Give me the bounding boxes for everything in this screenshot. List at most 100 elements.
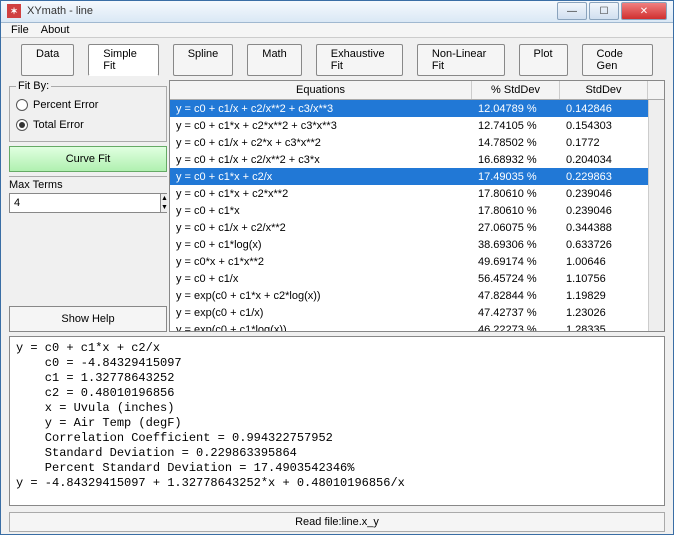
radio-percent-error[interactable]: Percent Error [16, 99, 160, 111]
cell-percent-stddev: 27.06075 % [472, 222, 560, 234]
fitby-group: Fit By: Percent Error Total Error [9, 86, 167, 142]
cell-stddev: 1.00646 [560, 256, 648, 268]
radio-total-error[interactable]: Total Error [16, 119, 160, 131]
table-row[interactable]: y = c0 + c1/x + c2/x**2 + c3*x16.68932 %… [170, 151, 648, 168]
cell-percent-stddev: 14.78502 % [472, 137, 560, 149]
app-icon: ✶ [7, 4, 21, 18]
cell-stddev: 0.239046 [560, 188, 648, 200]
radio-icon [16, 99, 28, 111]
main-row: Fit By: Percent Error Total Error Curve … [9, 80, 665, 332]
cell-equation: y = c0 + c1*log(x) [170, 239, 472, 251]
radio-icon [16, 119, 28, 131]
cell-percent-stddev: 46.22273 % [472, 324, 560, 332]
window-title: XYmath - line [27, 5, 557, 17]
cell-stddev: 0.142846 [560, 103, 648, 115]
close-button[interactable]: ✕ [621, 2, 667, 20]
table-row[interactable]: y = c0 + c1*x + c2/x17.49035 %0.229863 [170, 168, 648, 185]
cell-stddev: 0.344388 [560, 222, 648, 234]
cell-equation: y = c0 + c1*x + c2/x [170, 171, 472, 183]
cell-percent-stddev: 17.80610 % [472, 188, 560, 200]
cell-percent-stddev: 56.45724 % [472, 273, 560, 285]
tab-plot[interactable]: Plot [519, 44, 568, 76]
cell-percent-stddev: 16.68932 % [472, 154, 560, 166]
tab-math[interactable]: Math [247, 44, 301, 76]
cell-percent-stddev: 47.82844 % [472, 290, 560, 302]
cell-stddev: 0.633726 [560, 239, 648, 251]
cell-equation: y = c0 + c1/x + c2/x**2 + c3*x [170, 154, 472, 166]
menubar: File About [1, 23, 673, 38]
col-percent-stddev[interactable]: % StdDev [472, 81, 560, 99]
col-stddev[interactable]: StdDev [560, 81, 648, 99]
cell-percent-stddev: 17.80610 % [472, 205, 560, 217]
tab-simple-fit[interactable]: Simple Fit [88, 44, 158, 76]
radio-label: Total Error [33, 119, 84, 131]
statusbar: Read file:line.x_y [9, 512, 665, 532]
spin-up-icon[interactable]: ▲ [161, 194, 168, 203]
tab-strip: Data Simple Fit Spline Math Exhaustive F… [9, 44, 665, 76]
cell-equation: y = c0*x + c1*x**2 [170, 256, 472, 268]
cell-percent-stddev: 47.42737 % [472, 307, 560, 319]
cell-equation: y = c0 + c1*x [170, 205, 472, 217]
cell-equation: y = c0 + c1*x + c2*x**2 + c3*x**3 [170, 120, 472, 132]
table-row[interactable]: y = exp(c0 + c1*x + c2*log(x))47.82844 %… [170, 287, 648, 304]
cell-stddev: 0.204034 [560, 154, 648, 166]
content-area: Data Simple Fit Spline Math Exhaustive F… [1, 38, 673, 534]
fitby-title: Fit By: [16, 80, 51, 92]
table-row[interactable]: y = c0 + c1/x56.45724 %1.10756 [170, 270, 648, 287]
table-row[interactable]: y = c0 + c1*log(x)38.69306 %0.633726 [170, 236, 648, 253]
cell-equation: y = exp(c0 + c1*log(x)) [170, 324, 472, 332]
cell-equation: y = c0 + c1/x + c2/x**2 [170, 222, 472, 234]
maxterms-label: Max Terms [9, 176, 167, 191]
radio-label: Percent Error [33, 99, 98, 111]
cell-equation: y = exp(c0 + c1/x) [170, 307, 472, 319]
tab-data[interactable]: Data [21, 44, 74, 76]
col-equations[interactable]: Equations [170, 81, 472, 99]
spin-buttons: ▲ ▼ [160, 194, 168, 212]
titlebar[interactable]: ✶ XYmath - line — ☐ ✕ [1, 1, 673, 23]
spin-down-icon[interactable]: ▼ [161, 203, 168, 212]
maxterms-spinbox[interactable]: ▲ ▼ [9, 193, 167, 213]
cell-stddev: 0.1772 [560, 137, 648, 149]
table-row[interactable]: y = c0 + c1/x + c2*x + c3*x**214.78502 %… [170, 134, 648, 151]
cell-stddev: 1.10756 [560, 273, 648, 285]
table-row[interactable]: y = c0 + c1*x + c2*x**217.80610 %0.23904… [170, 185, 648, 202]
table-row[interactable]: y = c0 + c1*x + c2*x**2 + c3*x**312.7410… [170, 117, 648, 134]
cell-percent-stddev: 12.04789 % [472, 103, 560, 115]
left-panel: Fit By: Percent Error Total Error Curve … [9, 80, 167, 332]
show-help-button[interactable]: Show Help [9, 306, 167, 332]
curve-fit-button[interactable]: Curve Fit [9, 146, 167, 172]
cell-equation: y = c0 + c1/x [170, 273, 472, 285]
app-window: ✶ XYmath - line — ☐ ✕ File About Data Si… [0, 0, 674, 535]
table-header: Equations % StdDev StdDev [170, 81, 664, 100]
table-row[interactable]: y = c0 + c1*x17.80610 %0.239046 [170, 202, 648, 219]
tab-code-gen[interactable]: Code Gen [582, 44, 653, 76]
cell-stddev: 1.28335 [560, 324, 648, 332]
cell-equation: y = c0 + c1*x + c2*x**2 [170, 188, 472, 200]
tab-nonlinear-fit[interactable]: Non-Linear Fit [417, 44, 505, 76]
cell-stddev: 1.19829 [560, 290, 648, 302]
table-row[interactable]: y = exp(c0 + c1*log(x))46.22273 %1.28335 [170, 321, 648, 331]
minimize-button[interactable]: — [557, 2, 587, 20]
menu-about[interactable]: About [41, 24, 70, 36]
col-scroll [648, 81, 664, 99]
table-body: y = c0 + c1/x + c2/x**2 + c3/x**312.0478… [170, 100, 664, 331]
tab-spline[interactable]: Spline [173, 44, 234, 76]
tab-exhaustive-fit[interactable]: Exhaustive Fit [316, 44, 403, 76]
maximize-button[interactable]: ☐ [589, 2, 619, 20]
table-row[interactable]: y = c0 + c1/x + c2/x**2 + c3/x**312.0478… [170, 100, 648, 117]
scrollbar[interactable] [648, 100, 664, 331]
cell-stddev: 1.23026 [560, 307, 648, 319]
cell-percent-stddev: 12.74105 % [472, 120, 560, 132]
equations-table: Equations % StdDev StdDev y = c0 + c1/x … [169, 80, 665, 332]
cell-stddev: 0.229863 [560, 171, 648, 183]
cell-equation: y = c0 + c1/x + c2*x + c3*x**2 [170, 137, 472, 149]
output-text[interactable]: y = c0 + c1*x + c2/x c0 = -4.84329415097… [9, 336, 665, 506]
cell-equation: y = exp(c0 + c1*x + c2*log(x)) [170, 290, 472, 302]
table-row[interactable]: y = c0 + c1/x + c2/x**227.06075 %0.34438… [170, 219, 648, 236]
table-row[interactable]: y = exp(c0 + c1/x)47.42737 %1.23026 [170, 304, 648, 321]
menu-file[interactable]: File [11, 24, 29, 36]
maxterms-input[interactable] [10, 194, 160, 212]
cell-percent-stddev: 17.49035 % [472, 171, 560, 183]
cell-equation: y = c0 + c1/x + c2/x**2 + c3/x**3 [170, 103, 472, 115]
table-row[interactable]: y = c0*x + c1*x**249.69174 %1.00646 [170, 253, 648, 270]
